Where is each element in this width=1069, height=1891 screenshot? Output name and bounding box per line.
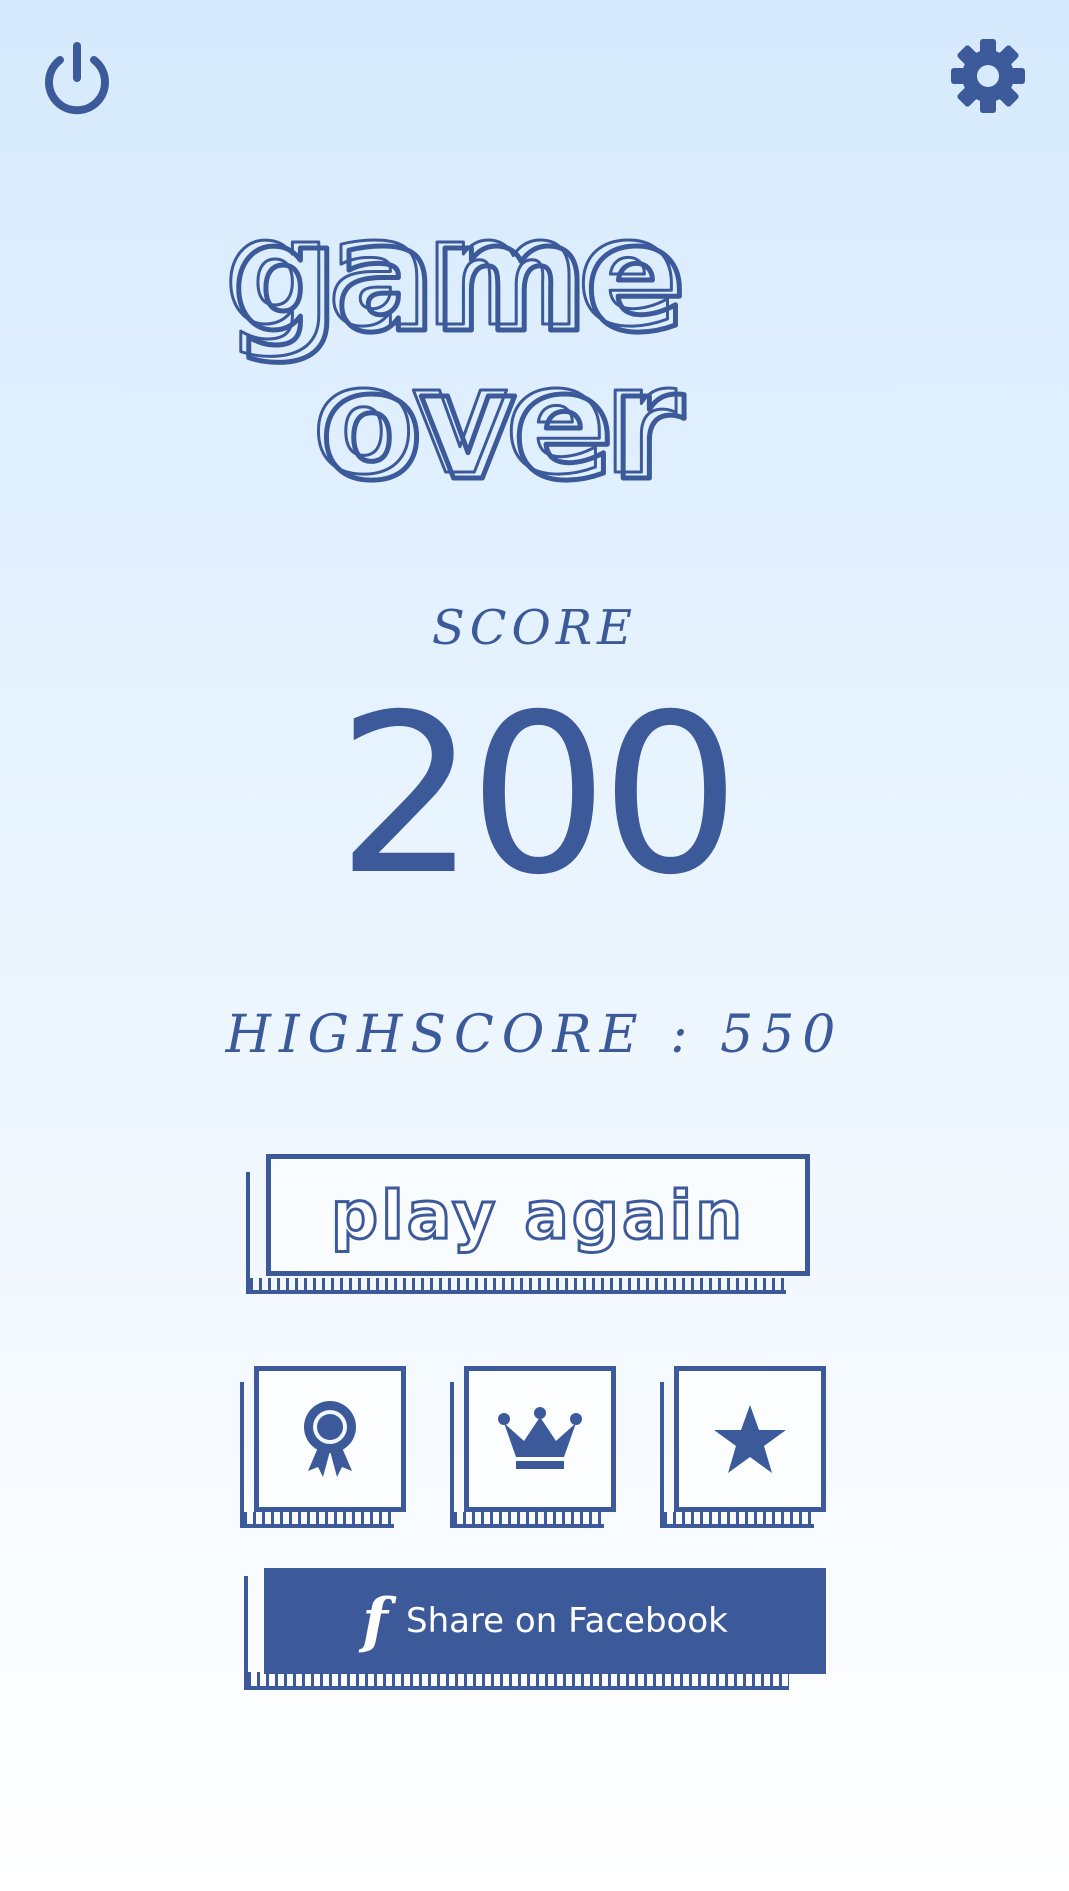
score-value: 200 [336, 667, 741, 923]
play-again-label: play again [329, 1175, 746, 1255]
facebook-icon: f [362, 1586, 388, 1656]
score-label: SCORE [431, 600, 638, 656]
power-icon [45, 42, 109, 115]
rate-button[interactable] [660, 1362, 828, 1530]
gear-icon [951, 39, 1025, 113]
star-icon [714, 1405, 786, 1473]
rate-frame [674, 1366, 826, 1512]
game-over-title: game game over over [223, 210, 692, 510]
achievements-frame [254, 1366, 406, 1512]
share-facebook-button[interactable]: f Share on Facebook [244, 1566, 828, 1690]
play-again-button[interactable]: play again [244, 1150, 824, 1302]
facebook-label: Share on Facebook [405, 1601, 728, 1641]
title-line-over-outline: over [312, 334, 677, 508]
crown-icon [498, 1407, 582, 1469]
leaderboard-frame [464, 1366, 616, 1512]
settings-button[interactable] [950, 38, 1026, 114]
leaderboard-button[interactable] [450, 1362, 618, 1530]
highscore-text: HIGHSCORE : 550 [225, 1005, 844, 1065]
award-ribbon-icon [304, 1401, 356, 1477]
power-button[interactable] [38, 40, 116, 118]
facebook-frame: f Share on Facebook [264, 1568, 826, 1674]
achievements-button[interactable] [240, 1362, 408, 1530]
play-again-frame: play again [266, 1154, 810, 1276]
